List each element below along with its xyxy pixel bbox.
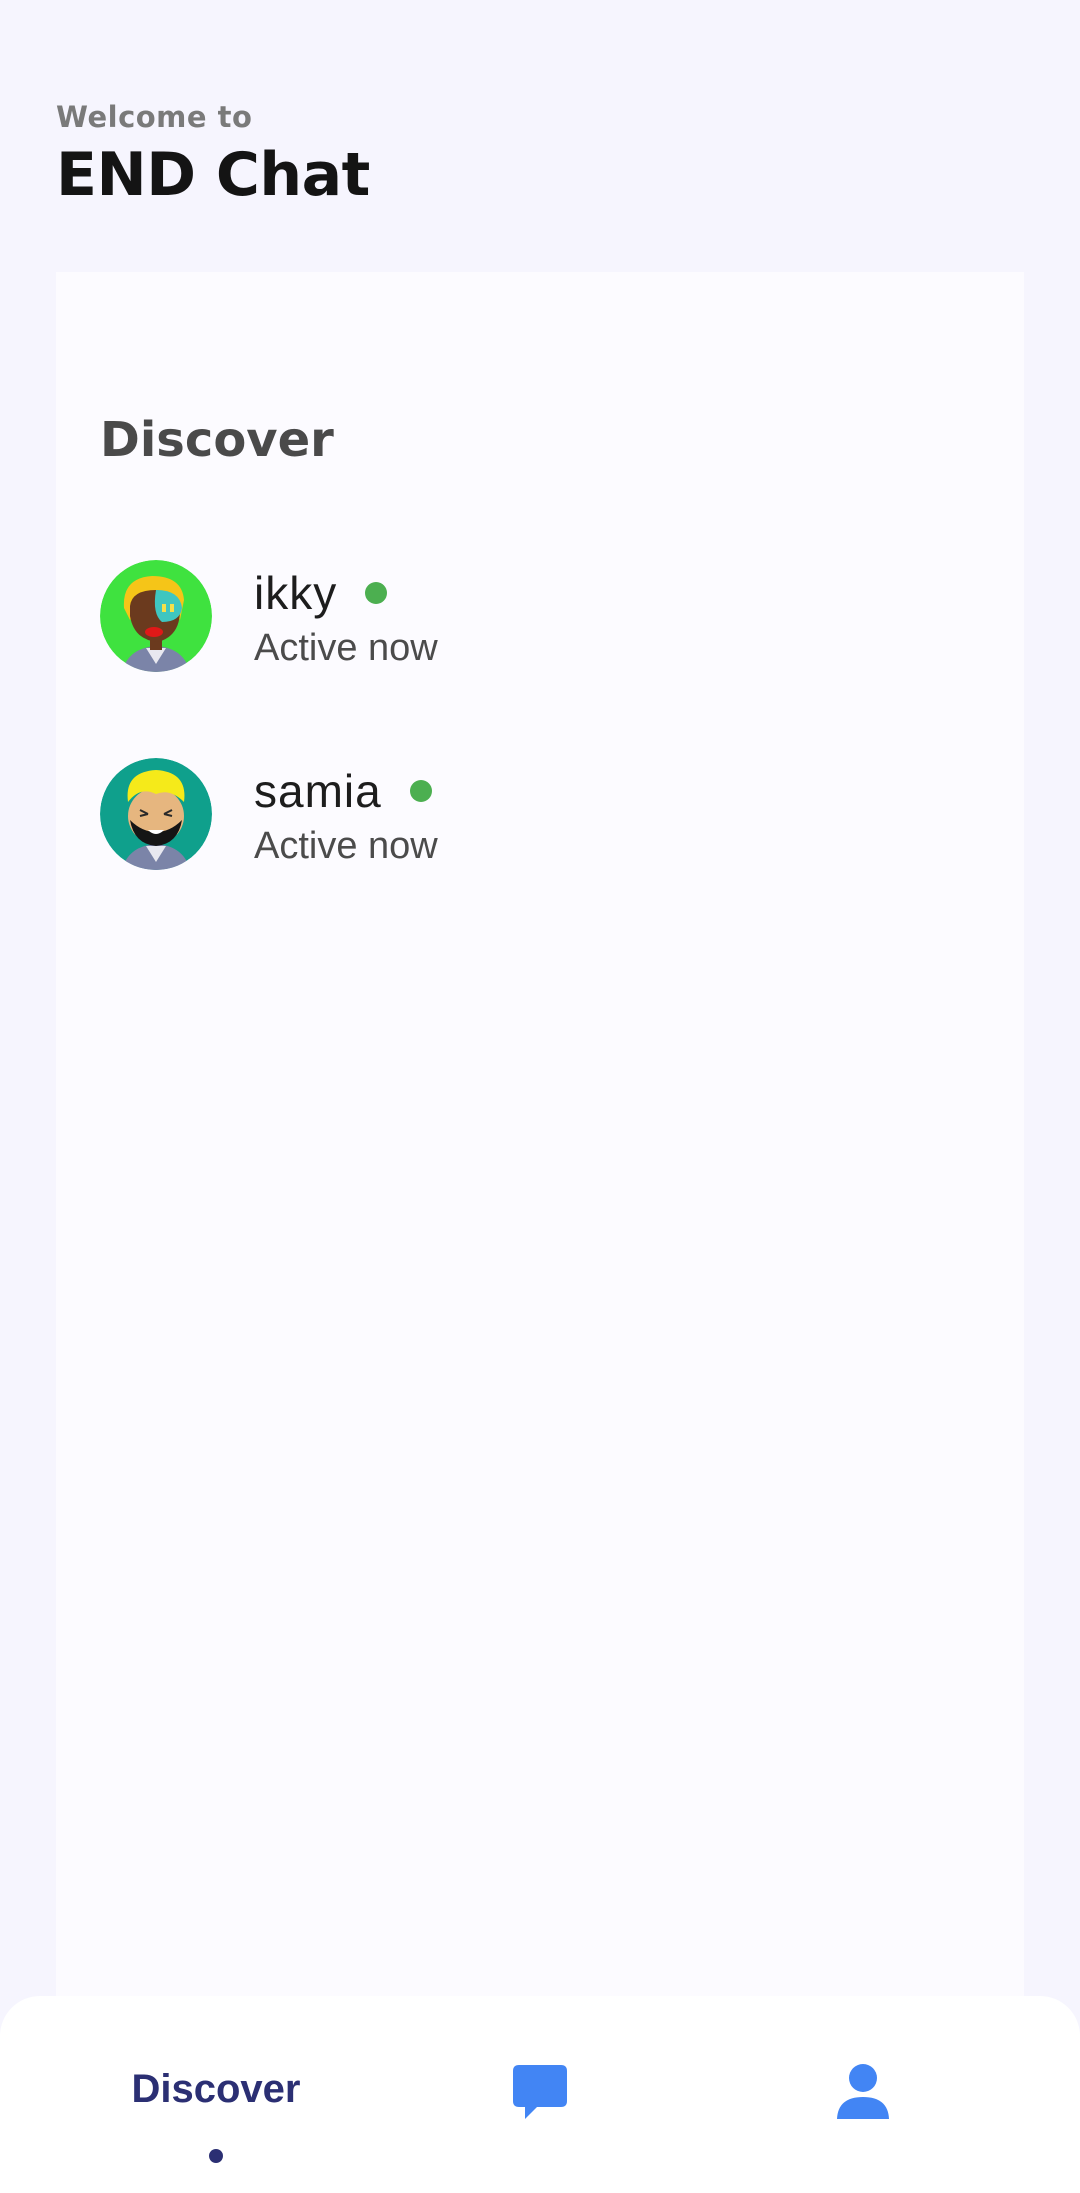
avatar-samia-icon — [100, 758, 212, 870]
app-header: Welcome to END Chat — [56, 100, 370, 208]
user-name: ikky — [254, 566, 338, 619]
user-status: Active now — [254, 626, 438, 669]
online-indicator — [409, 779, 432, 802]
person-icon — [836, 2063, 890, 2126]
app-title: END Chat — [56, 140, 370, 210]
welcome-subtitle: Welcome to — [56, 100, 253, 134]
user-row-ikky[interactable]: ikky Active now — [100, 560, 980, 672]
chat-bubble-icon — [511, 2063, 569, 2126]
nav-chats[interactable] — [480, 1996, 600, 2193]
online-indicator — [365, 581, 388, 604]
user-status: Active now — [254, 824, 438, 867]
section-title: Discover — [100, 412, 334, 468]
nav-profile[interactable] — [803, 1996, 923, 2193]
user-list: ikky Active now samia Active now — [100, 560, 980, 956]
active-tab-indicator — [209, 2149, 223, 2163]
nav-discover-label: Discover — [131, 2067, 301, 2111]
discover-panel: Discover ikky Active now samia Active no… — [56, 272, 1024, 2022]
bottom-navigation: Discover — [0, 1996, 1080, 2193]
avatar-ikky-icon — [100, 560, 212, 672]
user-row-samia[interactable]: samia Active now — [100, 758, 980, 870]
nav-discover[interactable]: Discover — [96, 1996, 336, 2193]
user-name: samia — [254, 764, 382, 817]
